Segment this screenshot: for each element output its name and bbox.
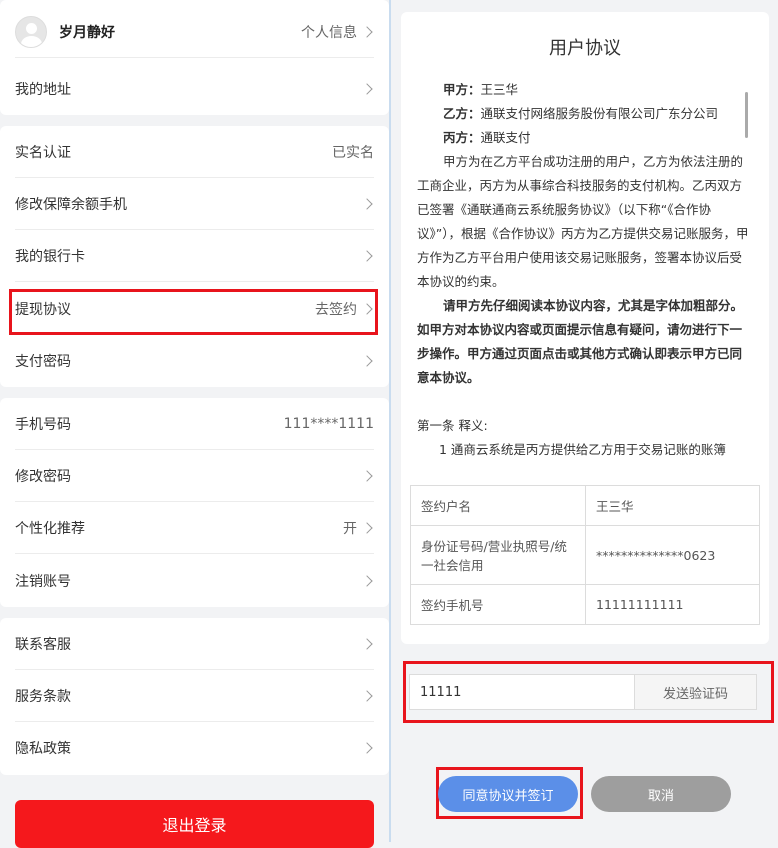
menu-item-privacy[interactable]: 隐私政策 — [15, 722, 374, 774]
menu-item-label: 联系客服 — [15, 636, 71, 653]
chevron-right-icon — [361, 637, 373, 650]
chevron-right-icon — [361, 575, 373, 587]
menu-item-phone[interactable]: 手机号码 111****1111 — [15, 398, 374, 450]
table-key: 签约户名 — [410, 485, 586, 526]
verify-code-group: 发送验证码 — [409, 674, 757, 710]
party-b: 乙方：通联支付网络服务股份有限公司广东分公司 — [417, 102, 753, 126]
menu-item-pay-password[interactable]: 支付密码 — [15, 335, 374, 387]
agreement-paragraph: 甲方为在乙方平台成功注册的用户，乙方为依法注册的工商企业，丙方为从事综合科技服务… — [417, 154, 749, 289]
agreement-pane: 用户协议 甲方：王三华 乙方：通联支付网络服务股份有限公司广东分公司 丙方：通联… — [391, 0, 778, 842]
menu-item-bank-card[interactable]: 我的银行卡 — [15, 230, 374, 282]
agreement-card: 用户协议 甲方：王三华 乙方：通联支付网络服务股份有限公司广东分公司 丙方：通联… — [401, 12, 769, 644]
party-a-label: 甲方： — [443, 82, 481, 97]
agreement-scrollbar[interactable] — [745, 92, 748, 138]
logout-button[interactable]: 退出登录 — [15, 800, 374, 848]
support-card: 联系客服 服务条款 隐私政策 — [0, 618, 389, 775]
menu-item-terms[interactable]: 服务条款 — [15, 670, 374, 722]
menu-item-label: 服务条款 — [15, 688, 71, 705]
menu-item-label: 个性化推荐 — [15, 520, 85, 537]
table-value: 11111111111 — [585, 584, 760, 625]
agreement-bold-paragraph: 请甲方先仔细阅读本协议内容，尤其是字体加粗部分。如甲方对本协议内容或页面提示信息… — [417, 294, 753, 390]
profile-info-label: 个人信息 — [301, 24, 357, 41]
menu-item-label: 手机号码 — [15, 416, 71, 433]
avatar-icon — [15, 15, 47, 48]
menu-item-label: 我的银行卡 — [15, 248, 85, 265]
agree-sign-button[interactable]: 同意协议并签订 — [438, 776, 578, 812]
menu-item-label: 修改密码 — [15, 468, 71, 485]
menu-item-personalize[interactable]: 个性化推荐 开 — [15, 502, 374, 554]
menu-item-address[interactable]: 我的地址 — [15, 63, 374, 115]
security-card: 实名认证 已实名 修改保障余额手机 我的银行卡 提现协议 去签约 支付密码 — [0, 126, 389, 387]
table-key: 签约手机号 — [410, 584, 586, 625]
highlight-box — [9, 289, 378, 335]
article-heading: 第一条 释义: — [417, 418, 488, 433]
table-key: 身份证号码/营业执照号/统一社会信用 — [410, 525, 586, 585]
chevron-right-icon — [361, 197, 373, 210]
chevron-right-icon — [361, 742, 373, 754]
party-a-value: 王三华 — [480, 82, 519, 97]
menu-item-label: 注销账号 — [15, 574, 71, 590]
menu-item-contact[interactable]: 联系客服 — [15, 618, 374, 670]
profile-user: 岁月静好 — [15, 15, 115, 48]
menu-item-label: 修改保障余额手机 — [15, 196, 127, 213]
account-settings-pane: 岁月静好 个人信息 我的地址 实名认证 已实名 修改保障余额手机 我的银行卡 提… — [0, 0, 389, 848]
profile-info-link[interactable]: 个人信息 — [301, 22, 374, 42]
party-b-value: 通联支付网络服务股份有限公司广东分公司 — [480, 106, 719, 121]
menu-item-label: 隐私政策 — [15, 741, 71, 757]
menu-item-change-phone[interactable]: 修改保障余额手机 — [15, 178, 374, 230]
chevron-right-icon — [361, 355, 373, 367]
chevron-right-icon — [361, 689, 373, 702]
party-a: 甲方：王三华 — [417, 78, 753, 102]
table-row: 签约户名 王三华 — [410, 485, 760, 526]
article-item: 1 通商云系统是丙方提供给乙方用于交易记账的账簿 — [439, 442, 726, 457]
party-c: 丙方：通联支付 — [417, 126, 753, 150]
agreement-title: 用户协议 — [549, 38, 621, 59]
menu-item-label: 支付密码 — [15, 354, 71, 370]
party-b-label: 乙方： — [443, 106, 481, 121]
phone-value: 111****1111 — [283, 415, 374, 432]
agreement-bold-text: 请甲方先仔细阅读本协议内容，尤其是字体加粗部分。如甲方对本协议内容或页面提示信息… — [417, 298, 744, 385]
verify-code-input[interactable] — [410, 675, 634, 709]
sign-info-table: 签约户名 王三华 身份证号码/营业执照号/统一社会信用 ************… — [410, 485, 760, 625]
realname-status: 已实名 — [332, 144, 374, 161]
table-value: **************0623 — [585, 525, 760, 585]
table-value: 王三华 — [585, 485, 760, 526]
username: 岁月静好 — [59, 24, 115, 41]
account-card: 手机号码 111****1111 修改密码 个性化推荐 开 注销账号 — [0, 398, 389, 607]
menu-item-cancel-account[interactable]: 注销账号 — [15, 555, 374, 607]
send-code-button[interactable]: 发送验证码 — [634, 675, 756, 709]
party-c-value: 通联支付 — [480, 130, 531, 145]
menu-item-label: 我的地址 — [15, 82, 71, 98]
personalize-value: 开 — [343, 520, 357, 537]
party-c-label: 丙方： — [443, 130, 481, 145]
chevron-right-icon — [361, 83, 373, 95]
menu-item-label: 实名认证 — [15, 144, 71, 161]
profile-card: 岁月静好 个人信息 我的地址 — [0, 0, 389, 115]
chevron-right-icon — [361, 249, 373, 262]
chevron-right-icon — [361, 25, 373, 38]
table-row: 签约手机号 11111111111 — [410, 584, 760, 625]
chevron-right-icon — [361, 469, 373, 482]
chevron-right-icon — [361, 521, 373, 534]
agreement-text[interactable]: 甲方：王三华 乙方：通联支付网络服务股份有限公司广东分公司 丙方：通联支付 甲方… — [417, 78, 753, 484]
profile-row[interactable]: 岁月静好 个人信息 — [15, 6, 374, 58]
cancel-button[interactable]: 取消 — [591, 776, 731, 812]
table-row: 身份证号码/营业执照号/统一社会信用 **************0623 — [410, 525, 760, 585]
menu-item-realname[interactable]: 实名认证 已实名 — [15, 126, 374, 178]
menu-item-change-password[interactable]: 修改密码 — [15, 450, 374, 502]
